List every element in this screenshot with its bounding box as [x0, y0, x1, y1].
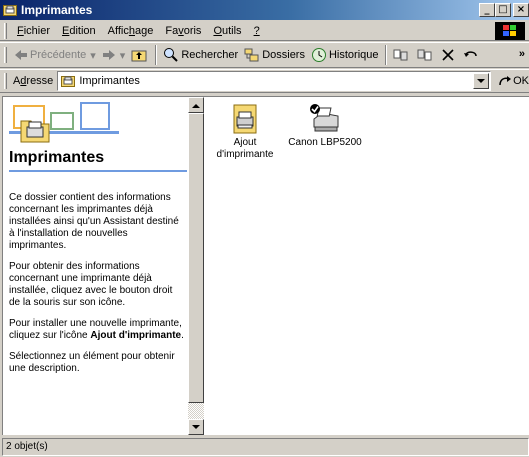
menu-edition[interactable]: Edition [56, 22, 102, 40]
go-button-label: OK [513, 75, 529, 87]
window-title: Imprimantes [21, 3, 93, 17]
scroll-down-button[interactable] [188, 419, 204, 435]
search-button-label: Rechercher [181, 49, 239, 61]
menu-help[interactable]: ? [248, 22, 266, 40]
item-label: Canon LBP5200 [288, 137, 362, 148]
printers-folder-icon [3, 5, 17, 16]
pane-paragraph: Sélectionnez un élément pour obtenir une… [9, 351, 175, 374]
history-button[interactable]: Historique [308, 44, 382, 66]
folders-button-label: Dossiers [262, 49, 305, 61]
pane-paragraph: Ce dossier contient des informations con… [9, 192, 179, 251]
copy-to-button[interactable] [414, 44, 438, 66]
web-view-pane: Imprimantes Ce dossier contient des info… [3, 97, 188, 435]
toolbar-separator [155, 45, 158, 65]
minimize-button[interactable]: _ [479, 3, 495, 17]
back-dropdown-icon: ▾ [90, 49, 96, 62]
address-value: Imprimantes [79, 75, 140, 87]
address-grip [4, 73, 7, 89]
address-label: Adresse [12, 75, 54, 87]
address-bar: Adresse Imprimantes OK [0, 69, 529, 93]
chevron-down-icon [192, 424, 200, 429]
menu-favoris[interactable]: Favoris [159, 22, 207, 40]
content-area: Imprimantes Ce dossier contient des info… [2, 96, 529, 435]
toolbar-grip [4, 47, 7, 63]
history-button-label: Historique [328, 49, 379, 61]
forward-arrow-icon [102, 50, 115, 60]
pane-paragraph: Pour obtenir des informations concernant… [9, 261, 173, 308]
up-folder-icon [131, 50, 147, 62]
printers-folder-icon [20, 120, 50, 143]
address-input[interactable]: Imprimantes [57, 71, 492, 91]
pane-title: Imprimantes [9, 149, 187, 172]
delete-button[interactable] [438, 44, 460, 66]
status-bar: 2 objet(s) [0, 436, 529, 457]
move-to-icon [393, 49, 408, 61]
add-printer-icon [233, 104, 257, 134]
move-to-button[interactable] [390, 44, 414, 66]
pane-description: Ce dossier contient des informations con… [9, 192, 184, 384]
windows-logo-icon [495, 22, 525, 40]
scroll-up-button[interactable] [188, 97, 204, 113]
chevron-down-icon [477, 78, 486, 83]
delete-icon [441, 49, 454, 61]
back-button-label: Précédente [30, 49, 87, 61]
back-button[interactable]: Précédente ▾ [11, 44, 99, 66]
search-icon [164, 48, 179, 62]
folders-button[interactable]: Dossiers [241, 44, 308, 66]
menu-bar: Fichier Edition Affichage Favoris Outils… [0, 21, 529, 41]
printer-item[interactable]: Canon LBP5200 [285, 103, 365, 149]
back-arrow-icon [15, 50, 27, 60]
menu-grip [4, 22, 7, 39]
go-button[interactable]: OK [497, 74, 529, 88]
forward-button[interactable]: ▾ [99, 44, 129, 66]
vertical-scrollbar[interactable] [188, 97, 204, 435]
go-arrow-icon [499, 76, 512, 86]
printer-icon [310, 104, 339, 132]
chevron-up-icon [192, 103, 200, 108]
forward-dropdown-icon: ▾ [119, 49, 126, 62]
undo-button[interactable] [460, 44, 484, 66]
menu-outils[interactable]: Outils [207, 22, 247, 40]
toolbar-overflow-icon[interactable]: » [519, 48, 525, 60]
menu-fichier[interactable]: Fichier [11, 22, 56, 40]
add-printer-item[interactable]: Ajout d'imprimante [210, 103, 280, 161]
folders-icon [244, 48, 259, 62]
title-bar: Imprimantes _ □ × [0, 0, 529, 20]
toolbar-separator [384, 45, 387, 65]
search-button[interactable]: Rechercher [160, 44, 241, 66]
printers-folder-icon [61, 76, 76, 87]
scroll-thumb[interactable] [188, 113, 204, 403]
copy-to-icon [417, 49, 432, 61]
history-icon [311, 48, 326, 62]
maximize-button[interactable]: □ [495, 3, 511, 17]
menu-affichage[interactable]: Affichage [102, 22, 160, 40]
address-dropdown-button[interactable] [473, 73, 490, 89]
toolbar: Précédente ▾ ▾ Rechercher Dossiers Histo… [0, 42, 529, 68]
status-count: 2 objet(s) [2, 437, 529, 456]
close-button[interactable]: × [513, 3, 529, 17]
up-folder-button[interactable] [128, 44, 152, 66]
pane-paragraph: Pour installer une nouvelle imprimante, … [9, 318, 184, 341]
item-label: Ajout [233, 137, 257, 148]
item-label: d'imprimante [216, 149, 274, 160]
undo-icon [463, 51, 477, 57]
